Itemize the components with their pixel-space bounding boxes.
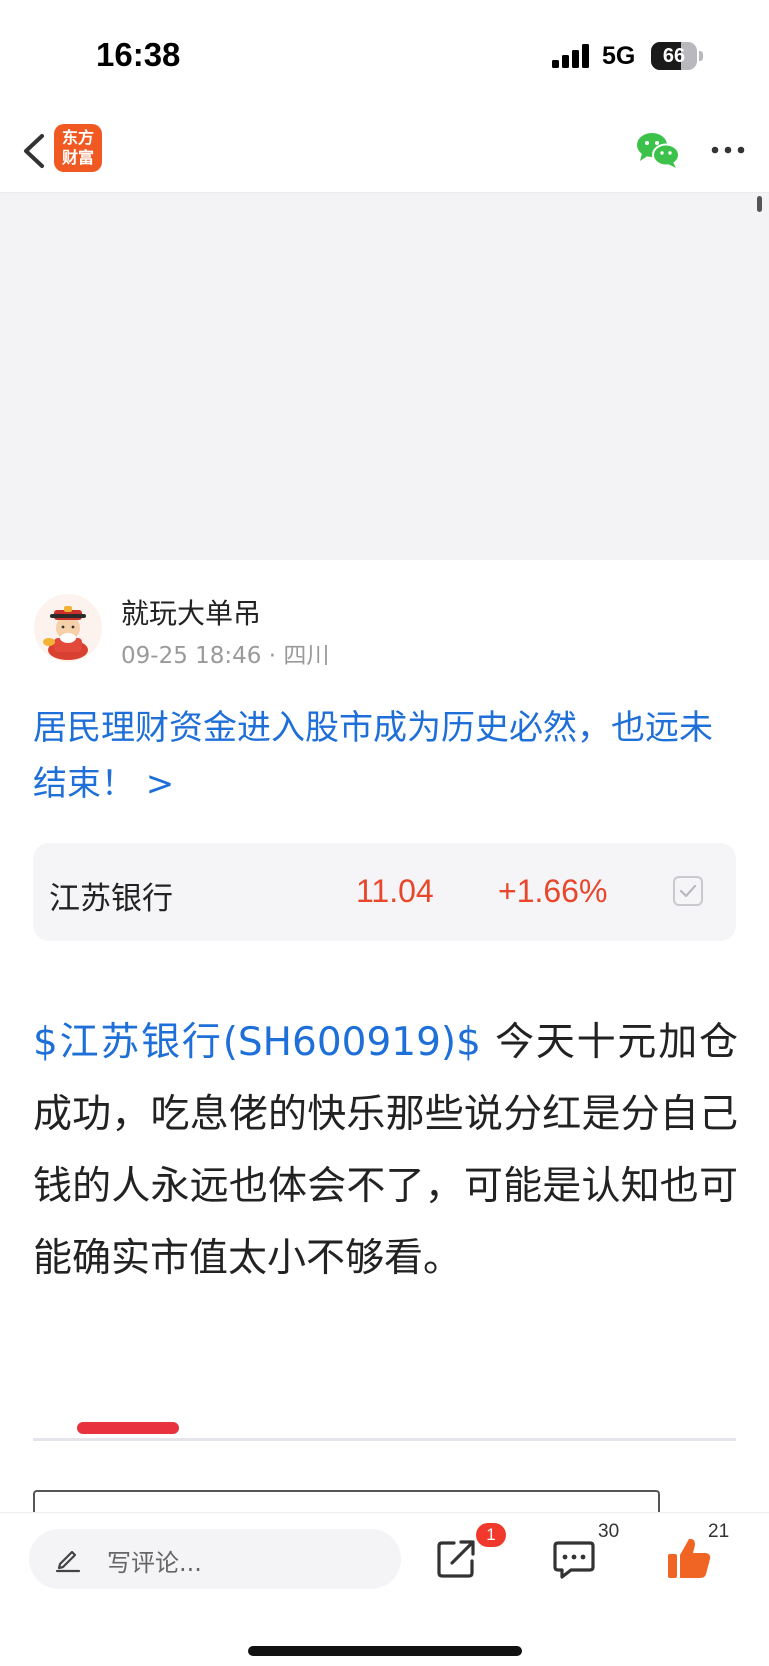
add-to-watchlist-checkbox[interactable] xyxy=(673,876,703,906)
post-time: 09-25 18:46 xyxy=(121,643,262,669)
app-logo-line1: 东方 xyxy=(61,128,94,147)
post-body: $江苏银行(SH600919)$ 今天十元加仓成功，吃息佬的快乐那些说分红是分自… xyxy=(33,1007,738,1295)
more-dots-icon[interactable] xyxy=(708,134,748,166)
scrollbar[interactable] xyxy=(757,196,762,212)
embedded-image-tab-marker xyxy=(77,1422,179,1434)
check-icon xyxy=(679,884,697,898)
pen-icon xyxy=(55,1550,81,1573)
post-meta: 09-25 18:46 · 四川 xyxy=(121,636,329,670)
stock-change: +1.66% xyxy=(498,873,608,909)
embedded-image-divider xyxy=(33,1438,736,1441)
battery-level: 66 xyxy=(662,45,686,67)
comment-input[interactable]: 写评论... xyxy=(29,1529,401,1589)
likes-count: 21 xyxy=(708,1521,730,1542)
chevron-left-icon[interactable] xyxy=(14,128,54,174)
share-icon[interactable] xyxy=(432,1533,482,1583)
author-name[interactable]: 就玩大单吊 xyxy=(121,592,261,632)
bottom-action-bar: 写评论... 1 30 21 xyxy=(0,1512,769,1666)
avatar[interactable] xyxy=(34,594,102,662)
stock-tag-link[interactable]: $江苏银行(SH600919)$ xyxy=(33,1020,481,1065)
nav-bar: 东方 财富 xyxy=(0,110,769,193)
meta-separator: · xyxy=(268,643,284,669)
media-placeholder xyxy=(0,193,769,560)
comments-count: 30 xyxy=(598,1521,620,1542)
comment-placeholder: 写评论... xyxy=(107,1549,202,1577)
network-type: 5G xyxy=(602,42,636,70)
avatar-caishen-image xyxy=(34,594,102,662)
status-time: 16:38 xyxy=(96,36,181,73)
battery-icon: 66 xyxy=(651,42,703,70)
app-logo: 东方 财富 xyxy=(54,124,102,172)
comment-icon[interactable] xyxy=(549,1533,599,1583)
home-indicator[interactable] xyxy=(248,1646,522,1656)
stock-name: 江苏银行 xyxy=(49,881,173,917)
app-logo-line2: 财富 xyxy=(61,148,94,167)
share-badge: 1 xyxy=(476,1523,506,1547)
embedded-image-frame xyxy=(33,1490,660,1512)
status-bar: 16:38 5G 66 xyxy=(0,0,769,110)
embedded-image-preview[interactable] xyxy=(33,1416,736,1512)
stock-quote-card[interactable]: 江苏银行 11.04 +1.66% xyxy=(33,843,736,941)
cellular-signal-icon xyxy=(552,44,589,68)
wechat-icon[interactable] xyxy=(636,130,680,170)
post-location: 四川 xyxy=(283,643,330,669)
stock-price: 11.04 xyxy=(356,873,434,909)
post-headline-link[interactable]: 居民理财资金进入股市成为历史必然，也远未结束！ > xyxy=(33,700,738,812)
